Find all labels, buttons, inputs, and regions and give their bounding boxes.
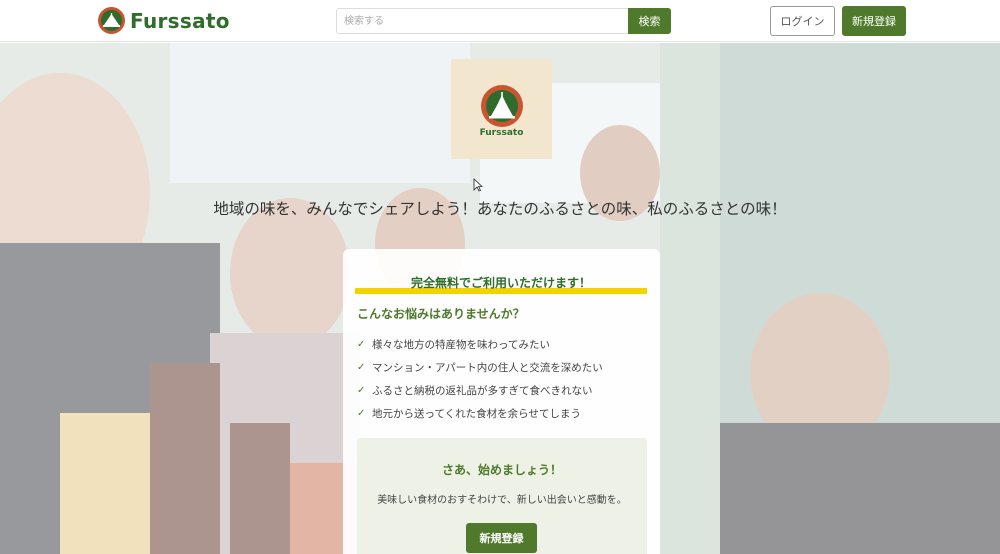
free-title: 完全無料でご利用いただけます！ bbox=[410, 276, 591, 290]
hero-logo: Furssato bbox=[451, 59, 552, 159]
search-input[interactable] bbox=[336, 8, 628, 34]
check-icon: ✓ bbox=[357, 385, 366, 396]
hero-tagline: 地域の味を、みんなでシェアしよう！あなたのふるさとの味、私のふるさとの味！ bbox=[213, 200, 787, 218]
signup-button[interactable]: 新規登録 bbox=[842, 6, 906, 36]
hero-section: Furssato 地域の味を、みんなでシェアしよう！あなたのふるさとの味、私のふ… bbox=[0, 43, 1000, 554]
list-item: ✓ ふるさと納税の返礼品が多すぎて食べきれない bbox=[357, 385, 593, 397]
start-title: さあ、始めましょう！ bbox=[441, 463, 562, 477]
logo-text: Furssato bbox=[130, 8, 230, 33]
list-item: ✓ マンション・アパート内の住人と交流を深めたい bbox=[357, 362, 603, 374]
search-button[interactable]: 検索 bbox=[628, 8, 671, 34]
check-icon: ✓ bbox=[357, 339, 366, 350]
check-icon: ✓ bbox=[357, 362, 366, 373]
cursor-icon bbox=[473, 178, 483, 192]
site-logo[interactable]: Furssato bbox=[98, 7, 230, 34]
site-header: Furssato 検索 ログイン 新規登録 bbox=[0, 0, 1000, 42]
list-item: ✓ 地元から送ってくれた食材を余らせてしまう bbox=[357, 408, 581, 420]
login-button[interactable]: ログイン bbox=[770, 6, 835, 36]
logo-icon bbox=[98, 7, 125, 34]
check-icon: ✓ bbox=[357, 408, 366, 419]
signup-card: 完全無料でご利用いただけます！ こんなお悩みはありませんか？ ✓ 様々な地方の特産… bbox=[343, 249, 660, 554]
start-description: 美味しい食材のおすそわけで、新しい出会いと感動を。 bbox=[377, 495, 627, 506]
search-bar: 検索 bbox=[336, 8, 671, 34]
cta-signup-button[interactable]: 新規登録 bbox=[466, 523, 537, 553]
start-box: さあ、始めましょう！ 美味しい食材のおすそわけで、新しい出会いと感動を。 新規登… bbox=[357, 438, 647, 554]
hero-logo-name: Furssato bbox=[479, 128, 524, 138]
worry-list: ✓ 様々な地方の特産物を味わってみたい ✓ マンション・アパート内の住人と交流を深め… bbox=[357, 333, 603, 425]
worries-title: こんなお悩みはありませんか？ bbox=[357, 307, 525, 321]
list-item: ✓ 様々な地方の特産物を味わってみたい bbox=[357, 339, 550, 351]
